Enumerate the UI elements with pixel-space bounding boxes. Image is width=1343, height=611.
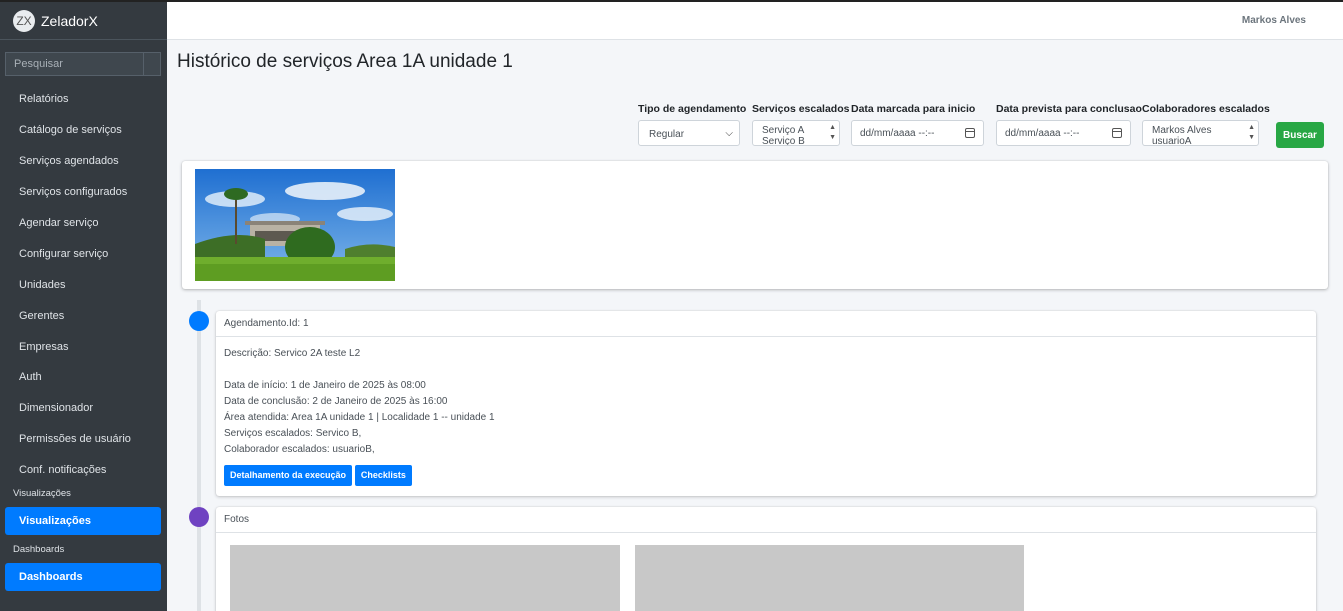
sidebar-item-servicos-configurados[interactable]: Serviços configurados (0, 177, 167, 208)
brand-name: ZeladorX (41, 12, 98, 29)
sidebar-item-catalogo-servicos[interactable]: Catálogo de serviços (0, 115, 167, 146)
sidebar-item-permissoes[interactable]: Permissões de usuário (0, 424, 167, 455)
sidebar-item-empresas[interactable]: Empresas (0, 331, 167, 362)
filter-servicos-escalados: Serviços escalados Serviço A Serviço B ▲… (752, 103, 849, 146)
sidebar: ZX ZeladorX Relatórios Catálogo de servi… (0, 2, 167, 611)
tipo-agendamento-value: Regular (649, 129, 685, 140)
sidebar-item-servicos-agendados[interactable]: Serviços agendados (0, 146, 167, 177)
colaboradores-multiselect[interactable]: Markos Alves usuarioA ▲ ▼ (1142, 120, 1259, 146)
filter-data-inicio-label: Data marcada para inicio (851, 103, 976, 115)
brand-logo: ZX (13, 9, 35, 32)
sidebar-item-relatorios[interactable]: Relatórios (0, 84, 167, 115)
sidebar-item-auth[interactable]: Auth (0, 362, 167, 393)
servicos-escalados-text: Serviços escalados: Servico B, (224, 428, 362, 439)
servicos-escalados-multiselect[interactable]: Serviço A Serviço B ▲ ▼ (752, 120, 840, 146)
sidebar-item-agendar-servico[interactable]: Agendar serviço (0, 208, 167, 239)
servicos-option[interactable]: Serviço B (762, 136, 830, 145)
sidebar-search (5, 52, 161, 76)
data-inicio-input[interactable]: dd/mm/aaaa --:-- (851, 120, 984, 146)
user-name[interactable]: Markos Alves (1242, 15, 1306, 26)
colaborador-option[interactable]: Markos Alves (1152, 125, 1249, 136)
filter-data-inicio: Data marcada para inicio dd/mm/aaaa --:-… (851, 103, 984, 146)
chevron-down-icon: ⌵ (725, 128, 733, 139)
photo-placeholder[interactable] (635, 545, 1024, 611)
area-photo (195, 169, 395, 281)
fotos-card: Fotos (216, 507, 1316, 611)
checklists-button[interactable]: Checklists (354, 465, 412, 486)
servicos-option[interactable]: Serviço A (762, 125, 830, 136)
brand[interactable]: ZX ZeladorX (0, 2, 167, 40)
sidebar-item-visualizacoes[interactable]: Visualizações (5, 507, 161, 535)
calendar-icon[interactable] (965, 128, 975, 138)
search-input[interactable] (5, 52, 143, 76)
timeline-dot (189, 507, 209, 527)
sidebar-section-dashboards: Dashboards (13, 544, 65, 555)
photo-placeholder[interactable] (230, 545, 620, 611)
fotos-header: Fotos (216, 507, 1316, 533)
data-fim-input[interactable]: dd/mm/aaaa --:-- (996, 120, 1131, 146)
colaborador-text: Colaborador escalados: usuarioB, (224, 444, 375, 455)
search-button[interactable] (143, 52, 161, 76)
calendar-icon[interactable] (1112, 128, 1122, 138)
sidebar-item-conf-notificacoes[interactable]: Conf. notificações (0, 455, 167, 486)
spinner-icon[interactable]: ▲ ▼ (1248, 123, 1255, 143)
area-image-card (182, 161, 1328, 289)
data-inicio-text: Data de início: 1 de Janeiro de 2025 às … (224, 380, 426, 391)
filter-colaboradores-label: Colaboradores escalados (1142, 103, 1270, 115)
top-header: Markos Alves (167, 2, 1343, 40)
timeline-dot (189, 311, 209, 331)
area-atendida-text: Área atendida: Area 1A unidade 1 | Local… (224, 412, 495, 423)
agendamento-header: Agendamento.Id: 1 (216, 311, 1316, 337)
page-title: Histórico de serviços Area 1A unidade 1 (177, 51, 513, 72)
data-conclusao-text: Data de conclusão: 2 de Janeiro de 2025 … (224, 396, 448, 407)
filter-tipo-agendamento: Tipo de agendamento Regular ⌵ (638, 103, 746, 146)
filter-data-fim: Data prevista para conclusao dd/mm/aaaa … (996, 103, 1142, 146)
colaborador-option[interactable]: usuarioA (1152, 136, 1249, 145)
filter-servicos-label: Serviços escalados (752, 103, 850, 115)
descricao-text: Descrição: Servico 2A teste L2 (224, 348, 361, 359)
agendamento-card: Agendamento.Id: 1 Descrição: Servico 2A … (216, 311, 1316, 496)
filter-data-fim-label: Data prevista para conclusao (996, 103, 1142, 115)
detalhamento-button[interactable]: Detalhamento da execução (224, 465, 353, 486)
sidebar-nav: Relatórios Catálogo de serviços Serviços… (0, 84, 167, 486)
tipo-agendamento-select[interactable]: Regular ⌵ (638, 120, 740, 146)
timeline-line (197, 300, 201, 611)
sidebar-section-visualizacoes: Visualizações (13, 488, 71, 499)
sidebar-item-gerentes[interactable]: Gerentes (0, 300, 167, 331)
filter-tipo-label: Tipo de agendamento (638, 103, 747, 115)
buscar-button[interactable]: Buscar (1276, 122, 1324, 148)
sidebar-item-configurar-servico[interactable]: Configurar serviço (0, 238, 167, 269)
sidebar-item-dashboards[interactable]: Dashboards (5, 563, 161, 591)
sidebar-item-unidades[interactable]: Unidades (0, 269, 167, 300)
filter-colaboradores: Colaboradores escalados Markos Alves usu… (1142, 103, 1270, 146)
spinner-icon[interactable]: ▲ ▼ (829, 123, 836, 143)
data-fim-placeholder: dd/mm/aaaa --:-- (1005, 128, 1080, 139)
data-inicio-placeholder: dd/mm/aaaa --:-- (860, 128, 935, 139)
agendamento-body: Descrição: Servico 2A teste L2 Data de i… (216, 337, 1316, 495)
sidebar-item-dimensionador[interactable]: Dimensionador (0, 393, 167, 424)
